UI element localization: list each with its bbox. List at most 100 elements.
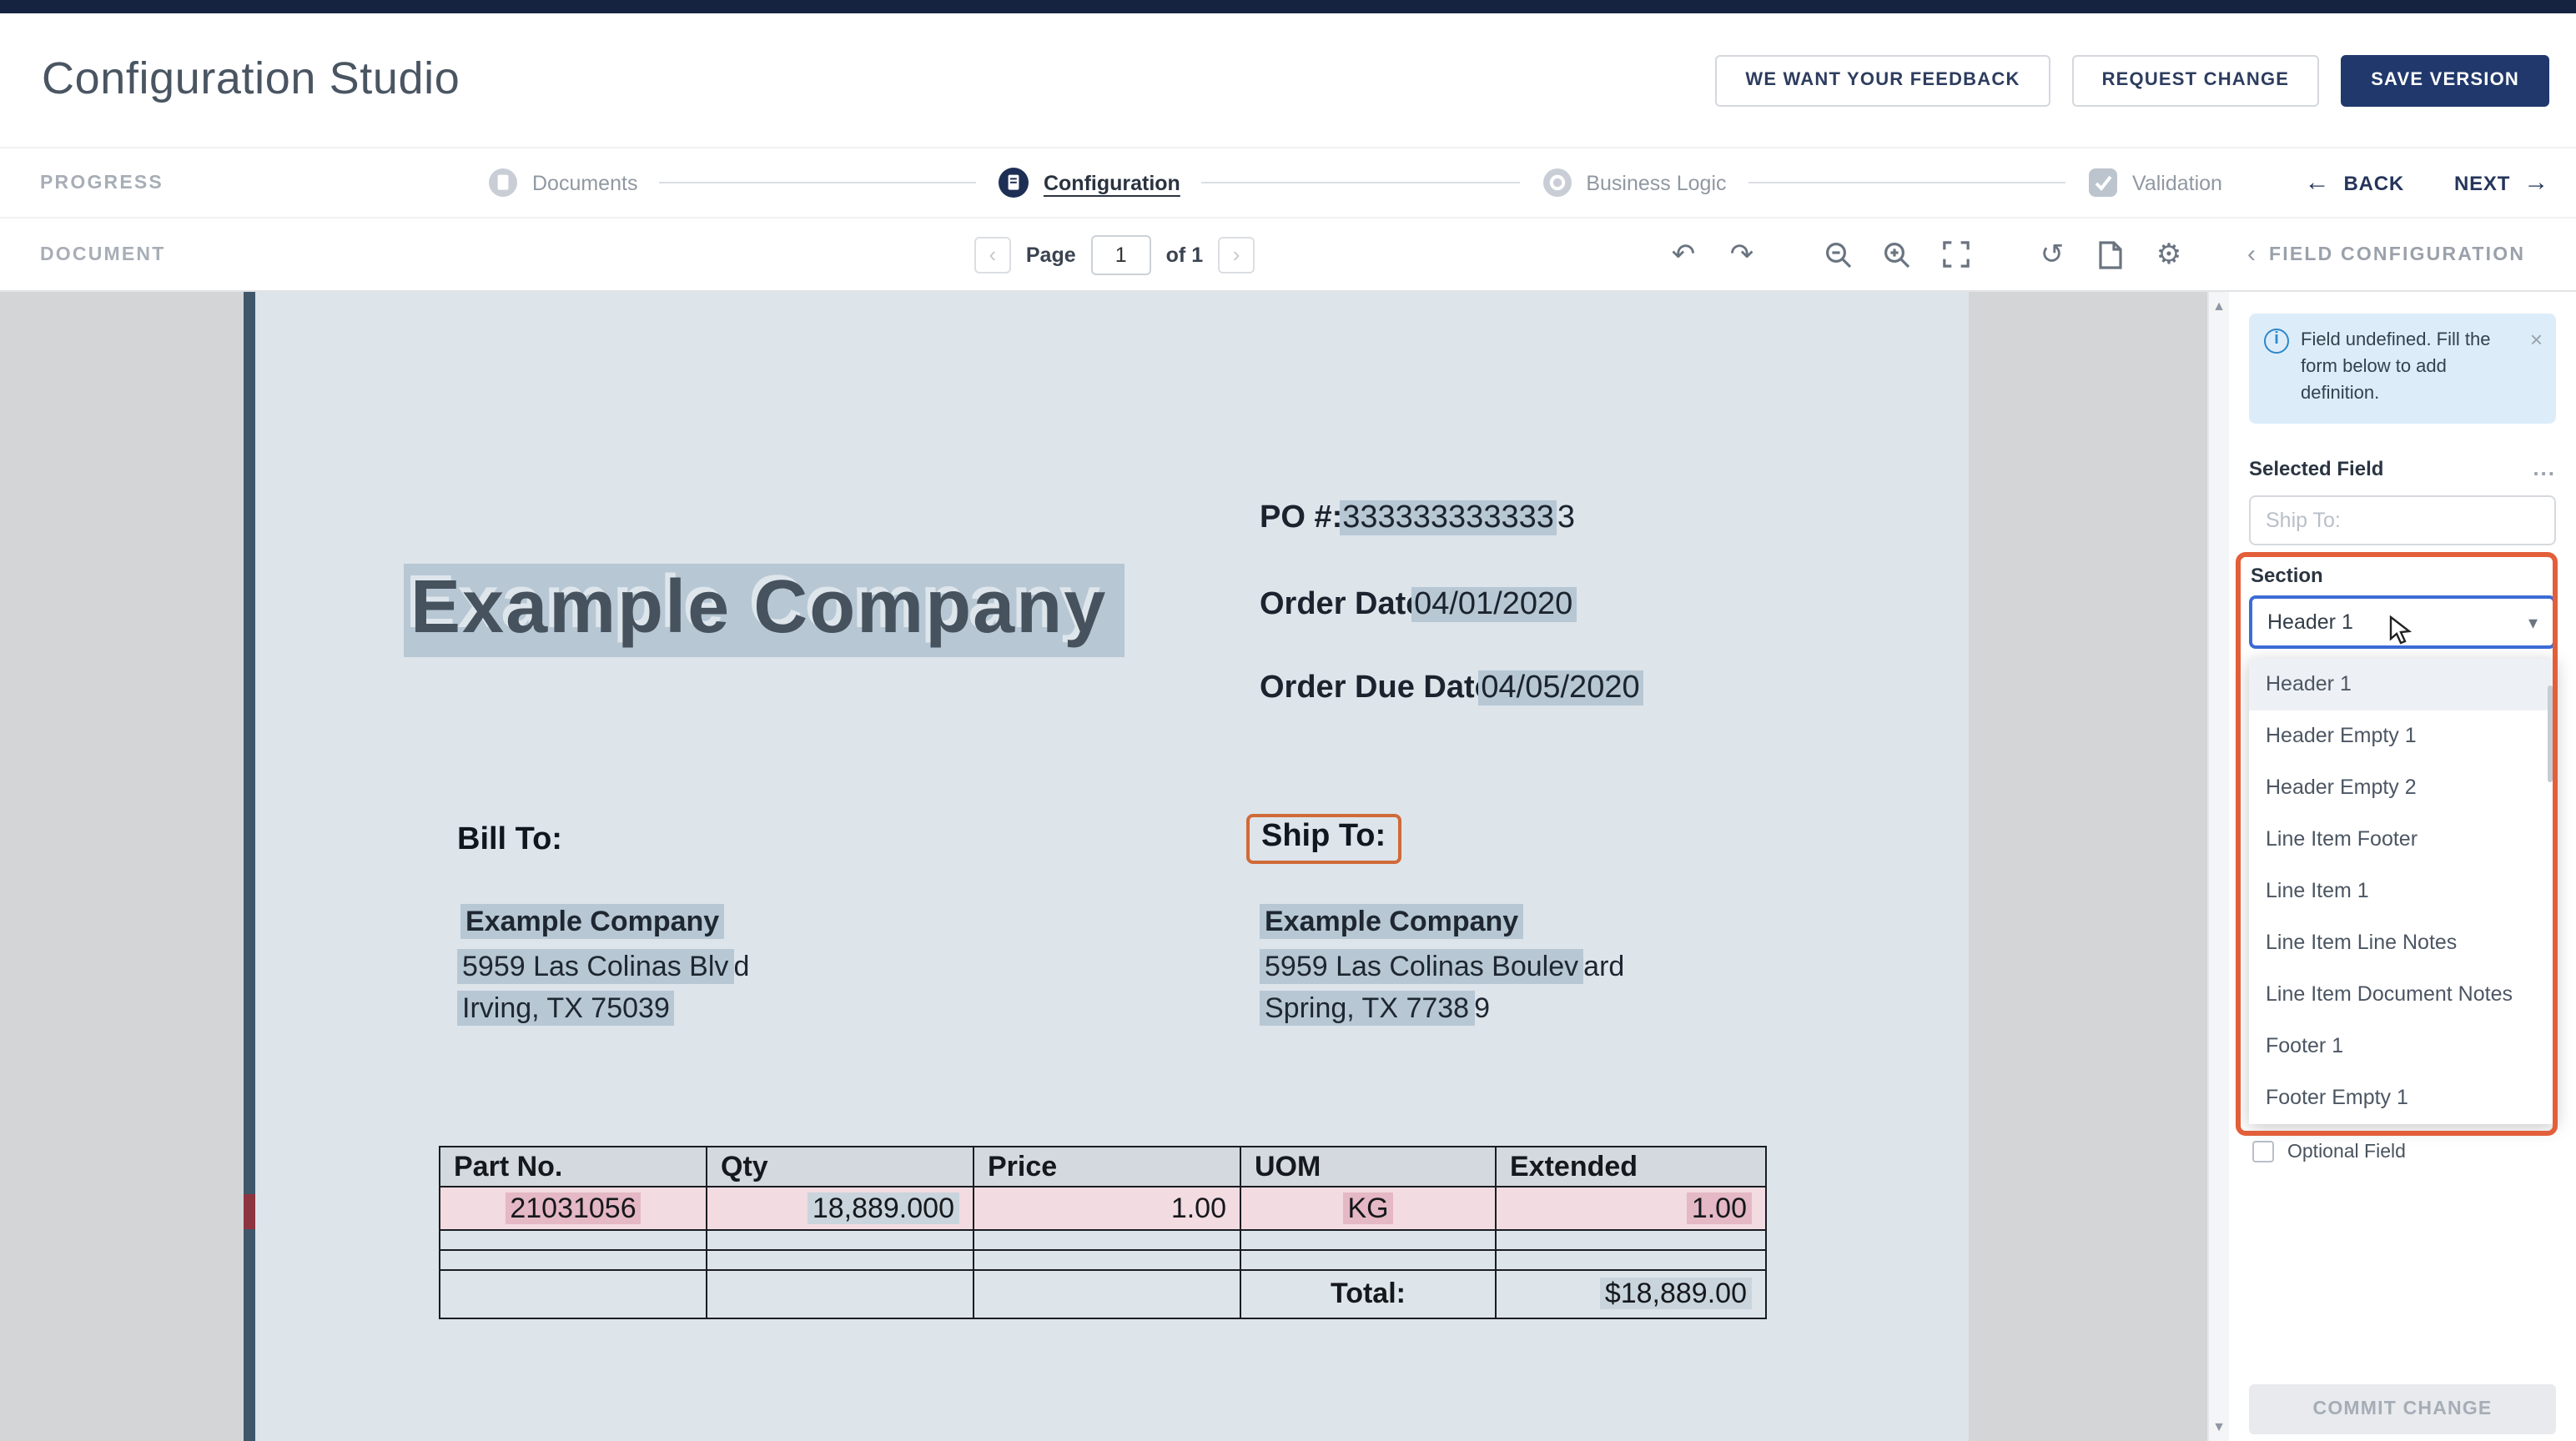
back-arrow-icon: ← (2305, 170, 2331, 195)
order-due-date-field: Order Due Date:04/05/2020 (1260, 670, 1643, 707)
step-connector (1748, 182, 2066, 183)
scan-edge-strip (244, 292, 255, 1441)
optional-field-label: Optional Field (2287, 1142, 2406, 1162)
zoom-out-icon[interactable] (1822, 238, 1855, 271)
back-label: BACK (2343, 171, 2404, 194)
scroll-down-icon[interactable]: ▼ (2209, 1419, 2229, 1434)
fullscreen-icon[interactable] (1939, 238, 1972, 271)
step-documents[interactable]: Documents (487, 167, 637, 198)
ship-to-line: 5959 Las Colinas Boulevard (1260, 951, 1624, 984)
progress-steps: Documents Configuration Business Logic (487, 148, 2222, 217)
col-header-uom: UOM (1240, 1147, 1496, 1187)
option-line-item-document-notes[interactable]: Line Item Document Notes (2249, 969, 2556, 1021)
option-line-item-line-notes[interactable]: Line Item Line Notes (2249, 917, 2556, 969)
close-icon[interactable]: × (2530, 329, 2543, 350)
progress-label: PROGRESS (40, 173, 164, 193)
order-date-value[interactable]: 04/01/2020 (1411, 587, 1576, 622)
next-label: NEXT (2454, 171, 2510, 194)
history-icon[interactable]: ↺ (2035, 238, 2069, 271)
redo-icon[interactable]: ↷ (1725, 238, 1758, 271)
top-accent-bar (0, 0, 2576, 13)
document-file-icon[interactable] (2094, 238, 2127, 271)
bill-street-tail: d (733, 951, 749, 982)
document-page: Example Company PO #:3333333333333 Order… (244, 292, 1969, 1441)
more-options-icon[interactable]: ... (2533, 455, 2556, 480)
bill-to-line: 5959 Las Colinas Blvd (457, 951, 749, 984)
cell-extended[interactable]: 1.00 (1496, 1187, 1766, 1230)
scroll-up-icon[interactable]: ▲ (2209, 299, 2229, 314)
next-button[interactable]: NEXT → (2454, 170, 2549, 195)
save-version-button[interactable]: SAVE VERSION (2341, 55, 2549, 107)
selected-field-row: Selected Field ... (2249, 455, 2556, 480)
section-select[interactable]: Header 1 ▾ (2249, 595, 2556, 649)
back-button[interactable]: ← BACK (2305, 170, 2404, 195)
field-configuration-header[interactable]: ‹ FIELD CONFIGURATION (2247, 218, 2525, 290)
option-line-item-footer[interactable]: Line Item Footer (2249, 814, 2556, 866)
po-value-tail: 3 (1557, 500, 1575, 535)
table-total-row: Total: $18,889.00 (440, 1270, 1766, 1318)
step-business-logic[interactable]: Business Logic (1541, 167, 1726, 198)
step-label: Business Logic (1586, 171, 1726, 194)
order-due-date-value[interactable]: 04/05/2020 (1477, 670, 1643, 705)
ship-city[interactable]: Spring, TX 7738 (1260, 991, 1474, 1026)
company-heading-text[interactable]: Example Company (404, 564, 1124, 657)
step-configuration[interactable]: Configuration (999, 167, 1180, 198)
cell-uom[interactable]: KG (1240, 1187, 1496, 1230)
feedback-button[interactable]: WE WANT YOUR FEEDBACK (1715, 55, 2050, 107)
page-count-label: of 1 (1166, 243, 1203, 266)
app-header: Configuration Studio WE WANT YOUR FEEDBA… (0, 13, 2576, 147)
field-configuration-title: FIELD CONFIGURATION (2269, 244, 2525, 264)
commit-change-button[interactable]: COMMIT CHANGE (2249, 1384, 2556, 1434)
option-footer-empty-1[interactable]: Footer Empty 1 (2249, 1072, 2556, 1124)
selected-field-input[interactable] (2249, 495, 2556, 545)
document-toolbar: DOCUMENT ‹ Page of 1 › ↶ ↷ ↺ (0, 217, 2576, 292)
option-line-item-1[interactable]: Line Item 1 (2249, 866, 2556, 917)
business-logic-step-icon (1541, 167, 1572, 198)
section-select-value: Header 1 (2267, 610, 2353, 634)
alert-text: Field undefined. Fill the form below to … (2301, 329, 2515, 409)
optional-field-checkbox[interactable] (2252, 1141, 2274, 1162)
cell-part-no[interactable]: 21031056 (440, 1187, 707, 1230)
viewer-tools: ↶ ↷ ↺ ⚙ (1667, 218, 2186, 290)
ship-company[interactable]: Example Company (1260, 904, 1523, 939)
bill-street[interactable]: 5959 Las Colinas Blv (457, 949, 733, 984)
bill-city[interactable]: Irving, TX 75039 (457, 991, 675, 1026)
page-label: Page (1026, 243, 1076, 266)
col-header-extended: Extended (1496, 1147, 1766, 1187)
request-change-button[interactable]: REQUEST CHANGE (2072, 55, 2320, 107)
zoom-in-icon[interactable] (1880, 238, 1914, 271)
section-dropdown: Header 1 Header Empty 1 Header Empty 2 L… (2249, 659, 2556, 1124)
total-label: Total: (1240, 1270, 1496, 1318)
ship-to-label-selected[interactable]: Ship To: (1246, 814, 1401, 864)
order-date-field: Order Date:04/01/2020 (1260, 587, 1576, 624)
ship-to-line: Spring, TX 77389 (1260, 992, 1490, 1026)
prev-page-button[interactable]: ‹ (974, 236, 1011, 273)
page-number-input[interactable] (1091, 234, 1151, 274)
col-header-qty: Qty (707, 1147, 974, 1187)
selected-field-label: Selected Field (2249, 456, 2383, 479)
cell-price[interactable]: 1.00 (974, 1187, 1240, 1230)
ship-street[interactable]: 5959 Las Colinas Boulev (1260, 949, 1583, 984)
bill-company[interactable]: Example Company (460, 904, 724, 939)
total-value[interactable]: $18,889.00 (1496, 1270, 1766, 1318)
undo-icon[interactable]: ↶ (1667, 238, 1700, 271)
dropdown-scrollbar-thumb[interactable] (2548, 685, 2553, 782)
option-header-empty-1[interactable]: Header Empty 1 (2249, 710, 2556, 762)
row-marker (244, 1194, 255, 1229)
next-page-button[interactable]: › (1218, 236, 1255, 273)
step-label: Documents (532, 171, 637, 194)
cell-qty[interactable]: 18,889.000 (707, 1187, 974, 1230)
collapse-chevron-icon[interactable]: ‹ (2247, 242, 2256, 267)
option-header-empty-2[interactable]: Header Empty 2 (2249, 762, 2556, 814)
po-value[interactable]: 333333333333 (1339, 500, 1557, 535)
col-header-price: Price (974, 1147, 1240, 1187)
company-heading[interactable]: Example Company (404, 564, 1124, 650)
bill-to-line: Irving, TX 75039 (457, 992, 675, 1026)
header-actions: WE WANT YOUR FEEDBACK REQUEST CHANGE SAV… (1715, 55, 2549, 107)
page-title: Configuration Studio (42, 53, 460, 105)
option-header-1[interactable]: Header 1 (2249, 659, 2556, 710)
step-validation[interactable]: Validation (2087, 167, 2222, 198)
document-scrollbar[interactable]: ▲ ▼ (2207, 292, 2229, 1441)
settings-gear-icon[interactable]: ⚙ (2152, 238, 2186, 271)
option-footer-1[interactable]: Footer 1 (2249, 1021, 2556, 1072)
